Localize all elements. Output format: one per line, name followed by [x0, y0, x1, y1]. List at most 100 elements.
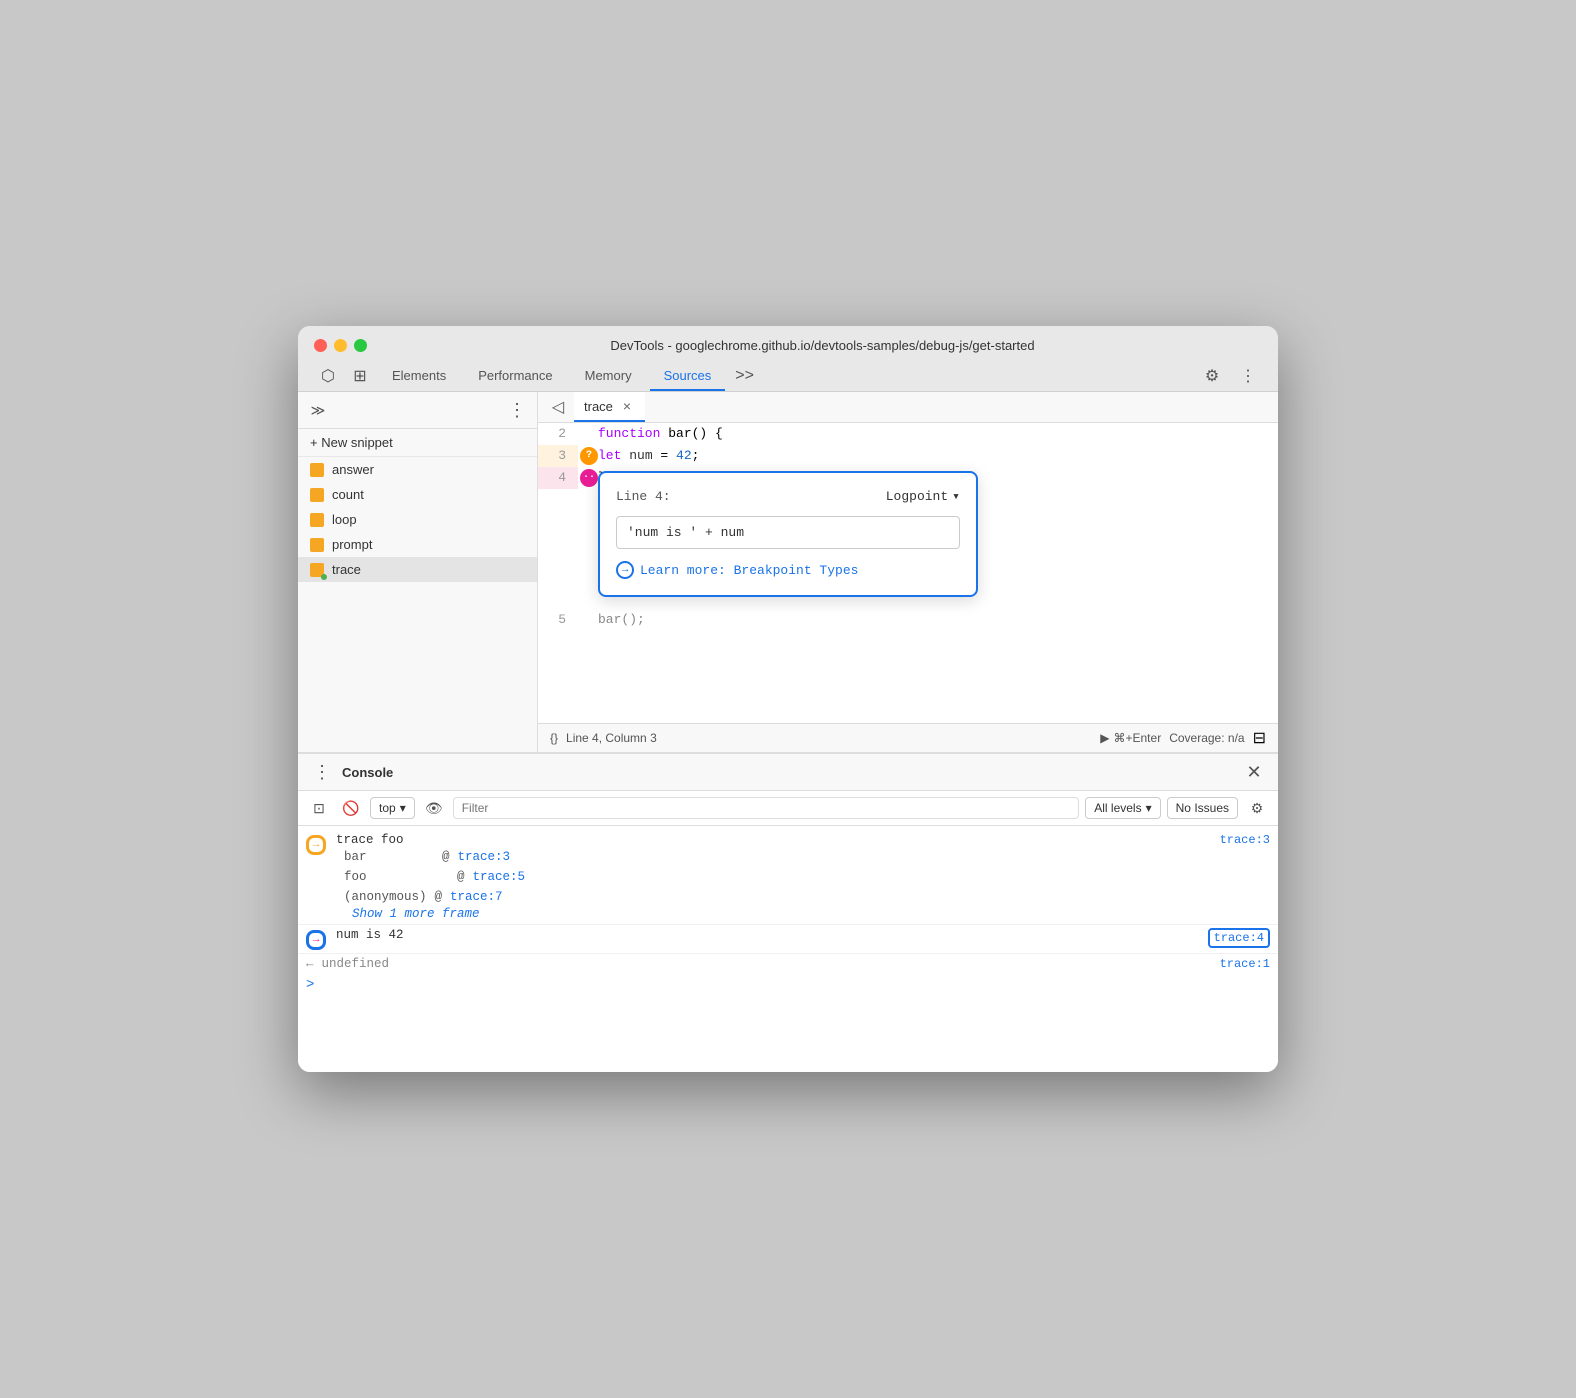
format-icon-btn[interactable]: {} — [550, 731, 558, 745]
trace-at-foo: @ — [375, 867, 465, 887]
tab-sources[interactable]: Sources — [650, 362, 726, 391]
issues-label: No Issues — [1176, 801, 1229, 815]
tab-close-button[interactable]: × — [619, 398, 635, 414]
trace-link-bar[interactable]: trace:3 — [458, 847, 511, 867]
breakpoint-dots[interactable]: ·· — [580, 469, 598, 487]
menu-icon-btn[interactable]: ⋮ — [1234, 362, 1262, 390]
trace-fn-anon: (anonymous) — [344, 887, 427, 907]
devtools-body: ≫ ⋮ + New snippet answer count loo — [298, 392, 1278, 1072]
code-area[interactable]: 2 function bar() { 3 ? let num — [538, 423, 1278, 723]
logpoint-popup: Line 4: Logpoint ▾ → Learn more: Breakpo… — [598, 471, 978, 597]
tab-memory[interactable]: Memory — [571, 362, 646, 391]
trace-link-foo[interactable]: trace:5 — [473, 867, 526, 887]
console-entry-body-trace: trace foo bar @ trace:3 foo @ — [336, 833, 1220, 921]
inspect-icon-btn[interactable]: ⬡ — [314, 362, 342, 390]
snippet-label-trace: trace — [332, 562, 361, 577]
console-settings-btn[interactable]: ⚙ — [1244, 795, 1270, 821]
logpoint-type-label: Logpoint — [886, 489, 948, 504]
console-entry-icon-trace: → — [306, 833, 336, 855]
coverage-icon-btn[interactable]: ⊟ — [1253, 728, 1266, 748]
tab-performance[interactable]: Performance — [464, 362, 566, 391]
trace-at-bar: @ — [375, 847, 450, 867]
levels-button[interactable]: All levels ▾ — [1085, 797, 1160, 819]
logpoint-type-select[interactable]: Logpoint ▾ — [886, 489, 960, 504]
snippet-icon-loop — [310, 513, 324, 527]
levels-chevron-icon: ▾ — [1146, 801, 1152, 815]
line-gutter-3: ? — [578, 445, 598, 467]
snippet-list: answer count loop prompt — [298, 457, 537, 752]
console-entry-numis42: → num is 42 trace:4 — [298, 925, 1278, 954]
editor-back-icon[interactable]: ◁ — [546, 395, 570, 419]
tab-bar: ⬡ ⊞ Elements Performance Memory Sources … — [314, 361, 1262, 391]
console-close-btn[interactable]: ✕ — [1242, 760, 1266, 784]
snippet-label-prompt: prompt — [332, 537, 372, 552]
paren-open: () { — [692, 426, 723, 441]
sidebar-item-trace[interactable]: trace — [298, 557, 537, 582]
editor-tab-label: trace — [584, 399, 613, 414]
sidebar-item-loop[interactable]: loop — [298, 507, 537, 532]
status-bar-left: {} Line 4, Column 3 — [550, 731, 657, 745]
sidebar-item-answer[interactable]: answer — [298, 457, 537, 482]
device-icon-btn[interactable]: ⊞ — [346, 362, 374, 390]
tab-elements[interactable]: Elements — [378, 362, 460, 391]
trace-link-anon[interactable]: trace:7 — [450, 887, 503, 907]
input-prompt-icon: > — [306, 977, 314, 993]
context-selector[interactable]: top ▾ — [370, 797, 415, 819]
logpoint-expression-input[interactable] — [616, 516, 960, 549]
console-menu-btn[interactable]: ⋮ — [310, 760, 334, 784]
console-title: Console — [342, 765, 393, 780]
more-tabs-icon[interactable]: >> — [729, 361, 760, 391]
titlebar: DevTools - googlechrome.github.io/devtoo… — [298, 326, 1278, 392]
sidebar-expand-btn[interactable]: ≫ — [306, 398, 330, 422]
logpoint-header: Line 4: Logpoint ▾ — [616, 489, 960, 504]
learn-more-link[interactable]: → Learn more: Breakpoint Types — [616, 561, 960, 579]
snippet-label-count: count — [332, 487, 364, 502]
titlebar-top: DevTools - googlechrome.github.io/devtoo… — [314, 338, 1262, 353]
snippet-label-answer: answer — [332, 462, 374, 477]
console-trace-stack: bar @ trace:3 foo @ trace:5 — [336, 847, 1220, 921]
sidebar-item-prompt[interactable]: prompt — [298, 532, 537, 557]
position-text: Line 4, Column 3 — [566, 731, 657, 745]
code-line-2: 2 function bar() { — [538, 423, 1278, 445]
undefined-text: undefined — [322, 957, 390, 971]
maximize-button[interactable] — [354, 339, 367, 352]
traffic-lights — [314, 339, 367, 352]
editor-tab-trace[interactable]: trace × — [574, 392, 645, 422]
sidebar-menu-btn[interactable]: ⋮ — [505, 398, 529, 422]
minimize-button[interactable] — [334, 339, 347, 352]
console-clear-btn[interactable]: ⊡ — [306, 795, 332, 821]
var-num: num — [629, 448, 652, 463]
new-snippet-button[interactable]: + New snippet — [298, 429, 537, 457]
status-bar-right: ▶ ⌘+Enter Coverage: n/a ⊟ — [1100, 728, 1266, 748]
snippet-icon-trace — [310, 563, 324, 577]
sidebar: ≫ ⋮ + New snippet answer count loo — [298, 392, 538, 752]
console-entry-body-numis42: num is 42 — [336, 928, 1208, 942]
sidebar-item-count[interactable]: count — [298, 482, 537, 507]
show-more-link[interactable]: Show 1 more frame — [344, 907, 480, 921]
status-bar: {} Line 4, Column 3 ▶ ⌘+Enter Coverage: … — [538, 723, 1278, 752]
line-num-2: 2 — [538, 423, 578, 445]
fn-name-bar: bar — [668, 426, 691, 441]
editor-area: ◁ trace × 2 function bar() { — [538, 392, 1278, 752]
numis42-location[interactable]: trace:4 — [1208, 928, 1270, 948]
breakpoint-question[interactable]: ? — [580, 447, 598, 465]
line-code-2: function bar() { — [598, 423, 1278, 445]
assign: = — [653, 448, 676, 463]
console-filter-input[interactable] — [453, 797, 1080, 819]
editor-tabs: ◁ trace × — [538, 392, 1278, 423]
trace-fn-foo: foo — [344, 867, 367, 887]
settings-icon-btn[interactable]: ⚙ — [1198, 362, 1226, 390]
show-more-frame[interactable]: Show 1 more frame — [344, 907, 1220, 921]
console-preserve-btn[interactable]: 🚫 — [338, 795, 364, 821]
undefined-location[interactable]: trace:1 — [1220, 957, 1270, 971]
log-icon-logpoint: → — [306, 930, 326, 950]
trace-entry-location[interactable]: trace:3 — [1220, 833, 1270, 847]
run-button[interactable]: ▶ ⌘+Enter — [1100, 731, 1161, 745]
console-eye-btn[interactable]: 👁 — [421, 795, 447, 821]
close-button[interactable] — [314, 339, 327, 352]
semicolon: ; — [692, 448, 700, 463]
line-code-3: let num = 42; — [598, 445, 1278, 467]
trace-fn-bar: bar — [344, 847, 367, 867]
log-icon-trace: → — [306, 835, 326, 855]
issues-button[interactable]: No Issues — [1167, 797, 1238, 819]
